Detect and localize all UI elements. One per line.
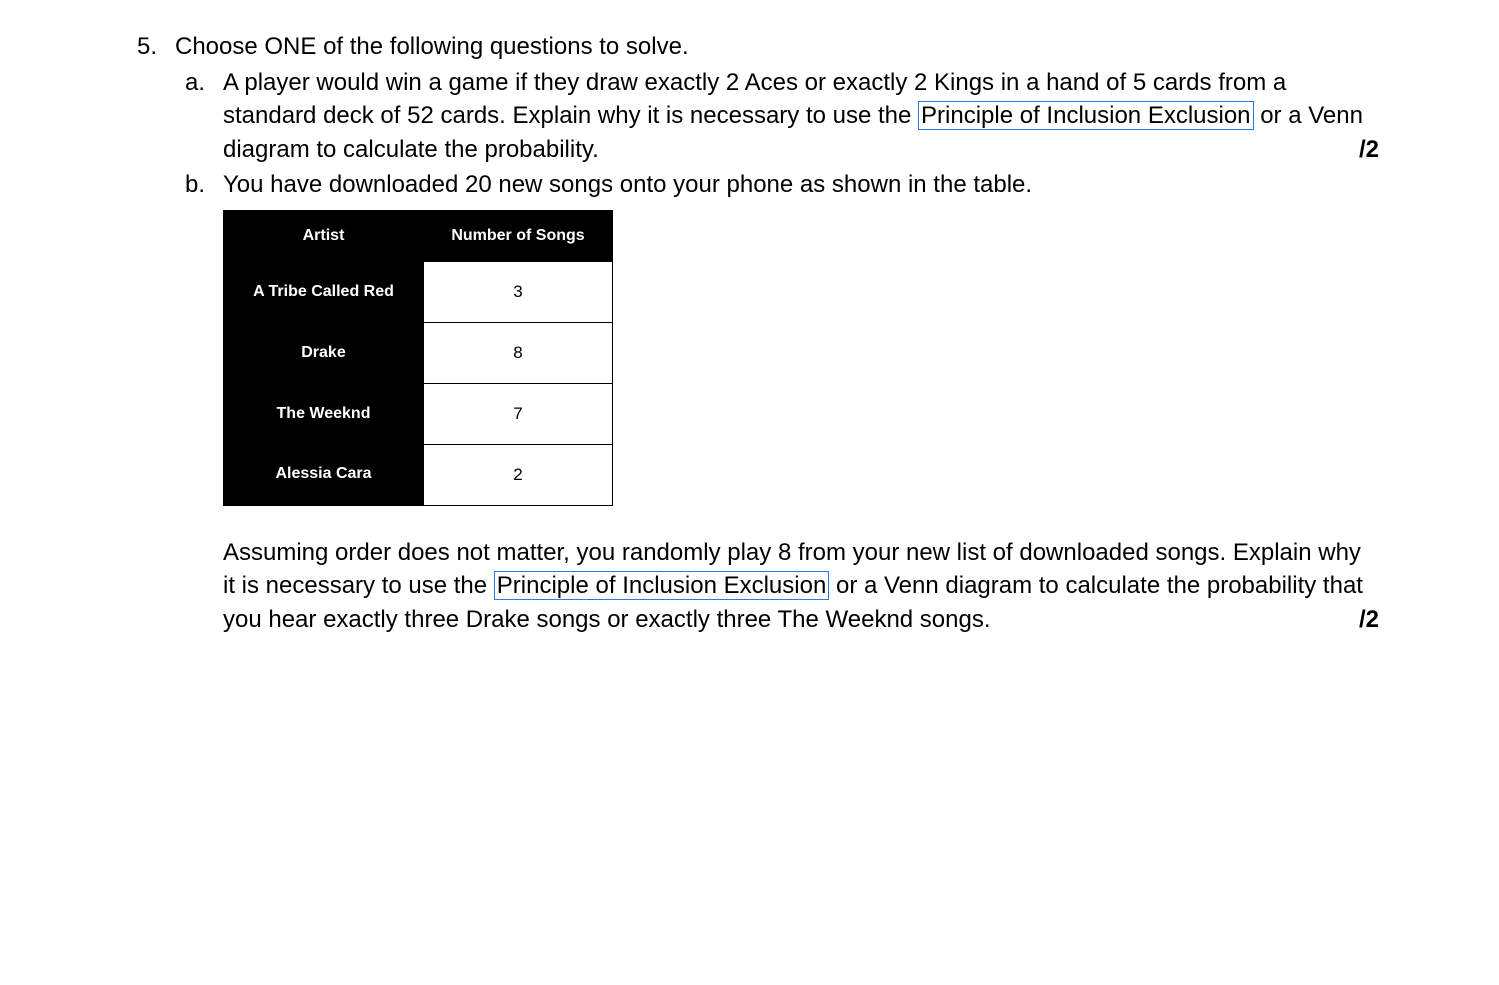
table-header-count: Number of Songs <box>424 210 613 261</box>
table-row: A Tribe Called Red 3 <box>224 262 613 323</box>
artist-cell: Alessia Cara <box>224 444 424 505</box>
sub-question-b: b. You have downloaded 20 new songs onto… <box>175 168 1379 636</box>
artist-cell: A Tribe Called Red <box>224 262 424 323</box>
question-5: 5. Choose ONE of the following questions… <box>120 30 1379 638</box>
sub-question-list: a. A player would win a game if they dra… <box>175 66 1379 637</box>
artist-cell: The Weeknd <box>224 383 424 444</box>
table-row: Alessia Cara 2 <box>224 444 613 505</box>
sub-b-paragraph: Assuming order does not matter, you rand… <box>223 536 1379 637</box>
songs-table: Artist Number of Songs A Tribe Called Re… <box>223 210 613 506</box>
score-mark-b: /2 <box>1359 603 1379 637</box>
sub-b-intro: You have downloaded 20 new songs onto yo… <box>223 168 1379 202</box>
sub-letter-a: a. <box>175 66 223 167</box>
table-header-row: Artist Number of Songs <box>224 210 613 261</box>
sub-letter-b: b. <box>175 168 223 636</box>
question-body: Choose ONE of the following questions to… <box>175 30 1379 638</box>
count-cell: 8 <box>424 323 613 384</box>
table-header-artist: Artist <box>224 210 424 261</box>
table-row: The Weeknd 7 <box>224 383 613 444</box>
count-cell: 3 <box>424 262 613 323</box>
artist-cell: Drake <box>224 323 424 384</box>
question-number: 5. <box>120 30 175 638</box>
count-cell: 2 <box>424 444 613 505</box>
principle-link-a[interactable]: Principle of Inclusion Exclusion <box>918 101 1254 130</box>
sub-content-a: A player would win a game if they draw e… <box>223 66 1379 167</box>
sub-a-paragraph: A player would win a game if they draw e… <box>223 66 1379 167</box>
count-cell: 7 <box>424 383 613 444</box>
score-mark-a: /2 <box>1359 133 1379 167</box>
table-row: Drake 8 <box>224 323 613 384</box>
question-prompt: Choose ONE of the following questions to… <box>175 30 1379 64</box>
principle-link-b[interactable]: Principle of Inclusion Exclusion <box>494 571 830 600</box>
sub-question-a: a. A player would win a game if they dra… <box>175 66 1379 167</box>
sub-content-b: You have downloaded 20 new songs onto yo… <box>223 168 1379 636</box>
